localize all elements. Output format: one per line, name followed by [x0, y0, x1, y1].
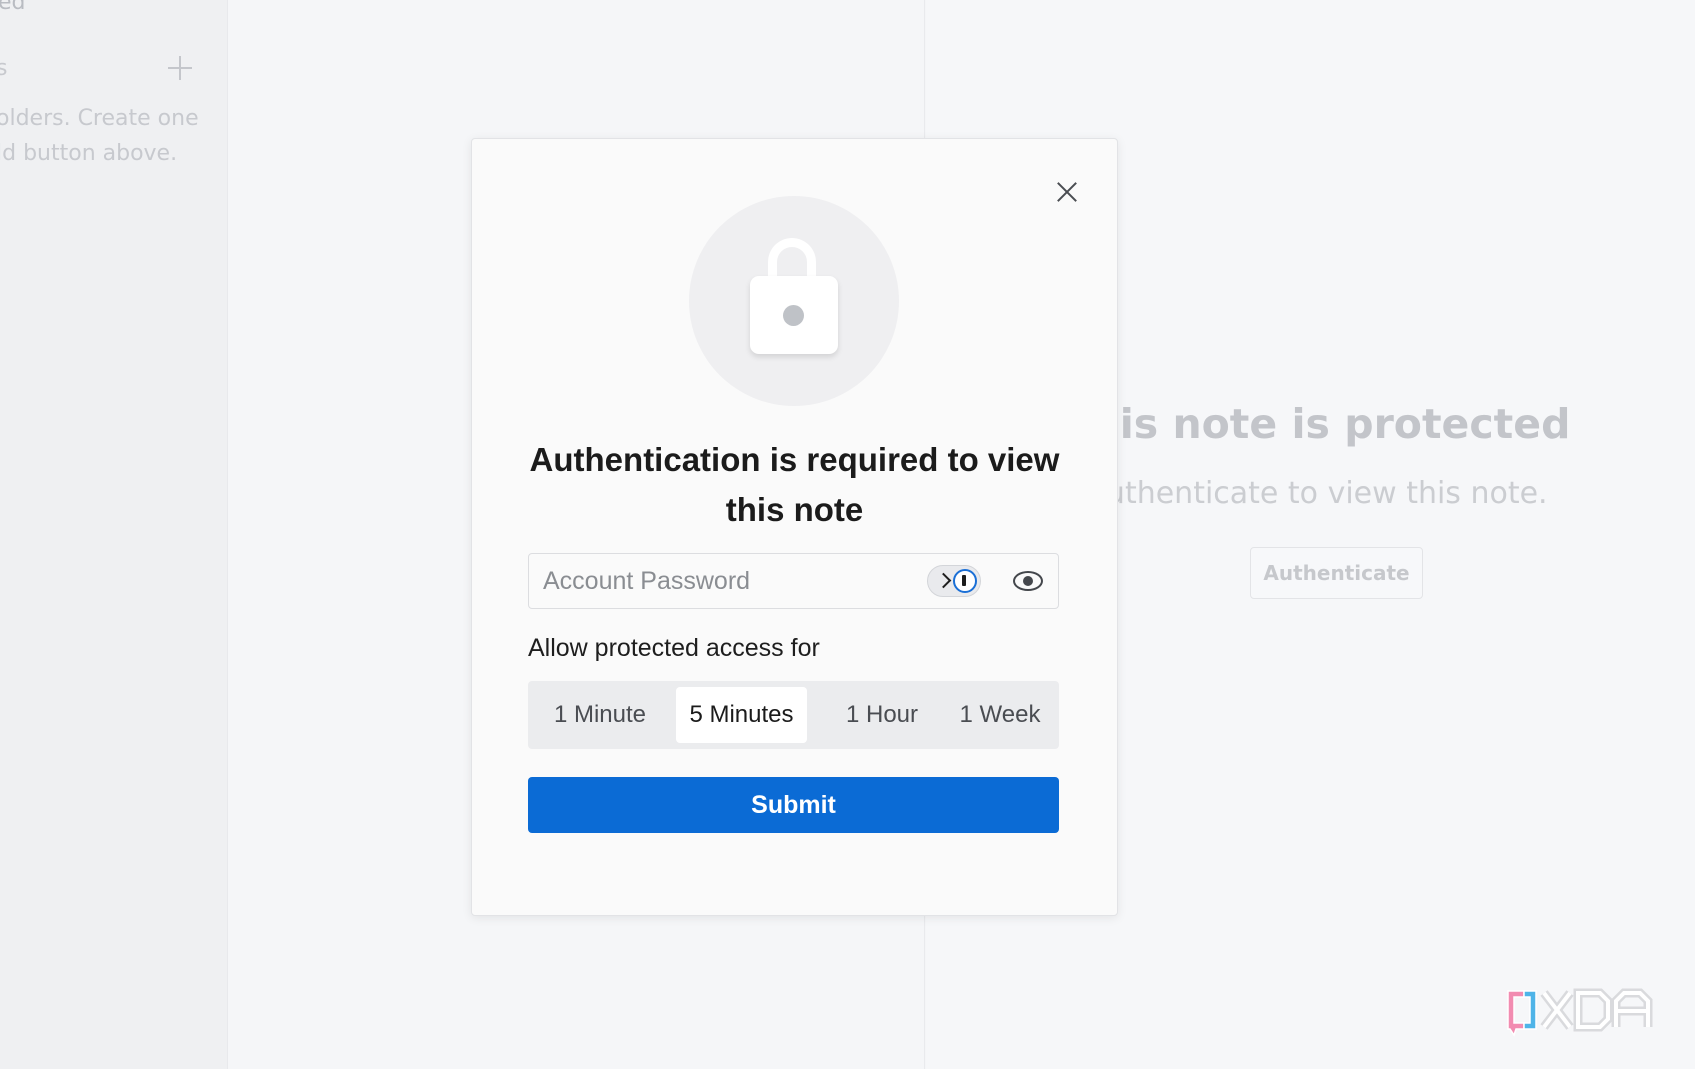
onepassword-logo-icon — [953, 569, 977, 593]
duration-option-1-minute[interactable]: 1 Minute — [536, 687, 664, 743]
authentication-modal: Authentication is required to view this … — [471, 138, 1118, 916]
sidebar-empty-message: olders. Create one ld button above. — [0, 101, 227, 171]
close-icon[interactable] — [1050, 175, 1084, 209]
access-duration-selector: 1 Minute 5 Minutes 1 Hour 1 Week — [528, 681, 1059, 749]
eye-pupil — [1023, 576, 1033, 586]
password-field — [528, 553, 1059, 609]
authenticate-button[interactable]: Authenticate — [1250, 547, 1423, 599]
xda-bracket-icon — [1507, 990, 1537, 1037]
show-password-button[interactable] — [1012, 569, 1046, 593]
xda-wordmark — [1540, 988, 1653, 1032]
sidebar: ed s olders. Create one ld button above. — [0, 0, 228, 1069]
lock-icon-badge — [689, 196, 899, 406]
modal-title: Authentication is required to view this … — [529, 441, 1060, 528]
submit-button[interactable]: Submit — [528, 777, 1059, 833]
sidebar-empty-line: olders. Create one — [0, 106, 199, 131]
chevron-right-icon — [935, 572, 952, 589]
onepassword-icon[interactable] — [927, 565, 981, 597]
duration-option-1-hour[interactable]: 1 Hour — [818, 687, 946, 743]
lock-icon — [750, 276, 838, 354]
xda-logo — [1507, 988, 1653, 1037]
sidebar-top-text: ed — [0, 0, 26, 15]
password-input[interactable] — [529, 554, 919, 608]
sidebar-empty-line: ld button above. — [0, 141, 178, 166]
access-duration-label: Allow protected access for — [528, 634, 820, 662]
duration-option-5-minutes[interactable]: 5 Minutes — [676, 687, 807, 743]
add-folder-button[interactable] — [166, 54, 194, 82]
sidebar-section-label: s — [0, 56, 7, 81]
lock-keyhole — [783, 305, 804, 326]
duration-option-1-week[interactable]: 1 Week — [940, 687, 1060, 743]
